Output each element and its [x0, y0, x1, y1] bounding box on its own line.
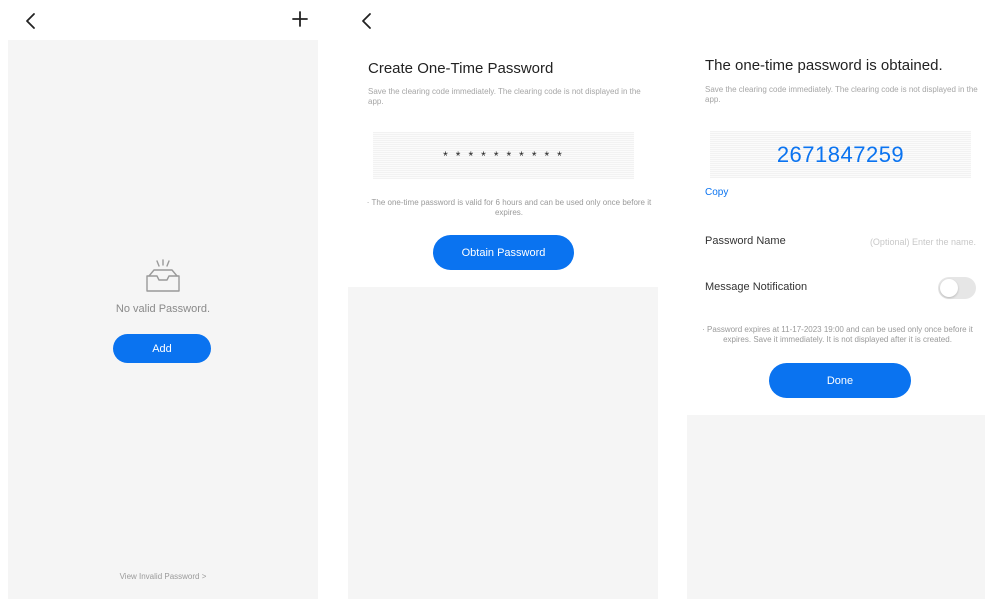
- page-subtitle: Save the clearing code immediately. The …: [368, 87, 641, 106]
- masked-code: **********: [443, 148, 570, 163]
- code-display-box: 2671847259: [710, 131, 971, 178]
- password-list-area: [8, 40, 318, 599]
- expiry-note: · Password expires at 11-17-2023 19:00 a…: [702, 325, 973, 344]
- password-name-label: Password Name: [705, 235, 786, 247]
- empty-content-area: [348, 287, 658, 599]
- code-display-box: **********: [373, 132, 634, 179]
- obtain-password-button[interactable]: Obtain Password: [433, 235, 574, 270]
- view-invalid-password-link[interactable]: View Invalid Password >: [60, 572, 266, 581]
- page-title: The one-time password is obtained.: [705, 57, 943, 74]
- add-button[interactable]: Add: [113, 334, 211, 363]
- empty-state-text: No valid Password.: [115, 303, 211, 315]
- copy-link[interactable]: Copy: [705, 187, 728, 198]
- empty-inbox-icon: [141, 258, 185, 294]
- page-subtitle: Save the clearing code immediately. The …: [705, 85, 978, 104]
- toggle-knob: [940, 279, 958, 297]
- validity-note: · The one-time password is valid for 6 h…: [366, 198, 652, 217]
- password-name-input[interactable]: [820, 234, 980, 250]
- back-icon[interactable]: [20, 10, 42, 32]
- done-button[interactable]: Done: [769, 363, 911, 398]
- empty-content-area: [687, 415, 985, 599]
- password-code: 2671847259: [776, 141, 905, 167]
- back-icon[interactable]: [356, 10, 378, 32]
- message-notification-label: Message Notification: [705, 281, 808, 293]
- plus-icon[interactable]: [289, 8, 311, 30]
- message-notification-toggle[interactable]: [938, 277, 976, 299]
- page-title: Create One-Time Password: [368, 60, 554, 77]
